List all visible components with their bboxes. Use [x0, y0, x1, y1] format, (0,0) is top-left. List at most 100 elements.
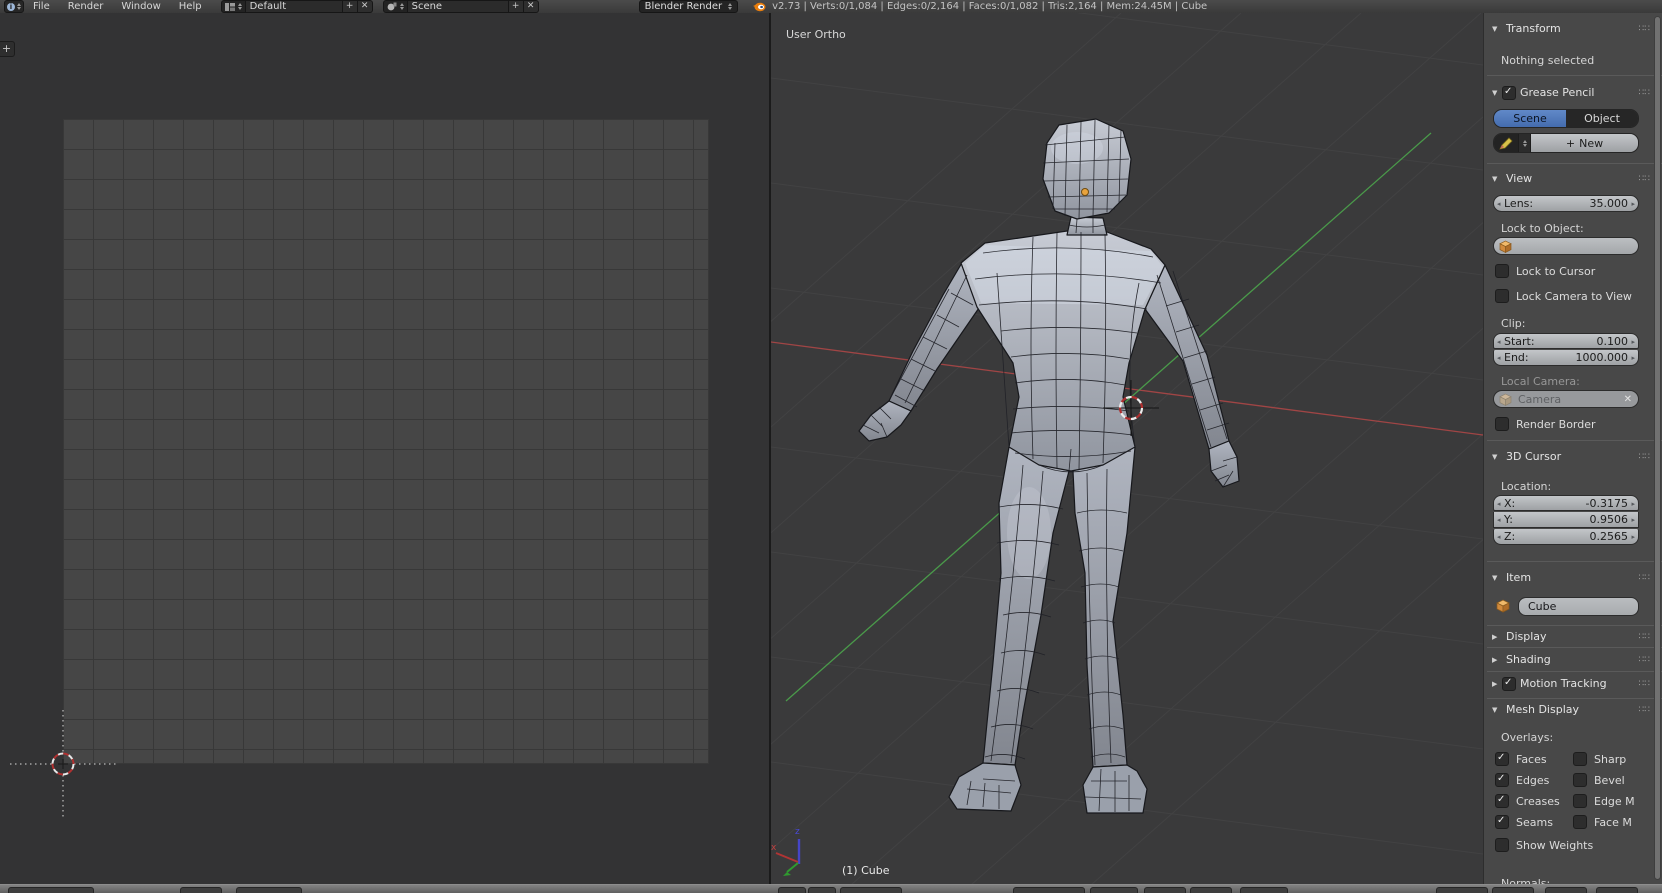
drag-grip-icon[interactable]: ∷∷ [1639, 705, 1650, 715]
increment-arrow-icon[interactable]: ▸ [1631, 200, 1635, 208]
increment-arrow-icon[interactable]: ▸ [1631, 516, 1635, 524]
gp-scene-button[interactable]: Scene [1494, 110, 1566, 127]
collapse-arrow-icon[interactable]: ▼ [1492, 706, 1502, 714]
lock-camera-row: Lock Camera to View [1495, 289, 1632, 303]
drag-grip-icon[interactable]: ∷∷ [1639, 632, 1650, 642]
edge-marks-checkbox[interactable] [1573, 794, 1587, 808]
decrement-arrow-icon[interactable]: ◂ [1497, 354, 1501, 362]
drag-grip-icon[interactable]: ∷∷ [1639, 24, 1650, 34]
lock-to-object-field[interactable] [1493, 237, 1639, 255]
scene-statistics: v2.73 | Verts:0/1,084 | Edges:0/2,164 | … [772, 1, 1207, 12]
info-header: i File Render Window Help Default + ✕ [0, 0, 1662, 14]
viewport-user-ortho[interactable]: z x User Ortho (1) Cube [771, 13, 1483, 884]
increment-arrow-icon[interactable]: ▸ [1631, 338, 1635, 346]
layout-spinner-icon[interactable] [238, 3, 242, 10]
show-weights-checkbox[interactable] [1495, 838, 1509, 852]
overlay-edge-marks-row: Edge M [1573, 794, 1635, 808]
panel-section-mesh-display[interactable]: ▼ Mesh Display ∷∷ [1484, 702, 1662, 717]
collapse-arrow-icon[interactable]: ▼ [1492, 453, 1502, 461]
normals-label: Normals: [1501, 877, 1662, 884]
scene-add-button[interactable]: + [509, 0, 524, 13]
drag-grip-icon[interactable]: ∷∷ [1639, 679, 1650, 689]
transform-empty-text: Nothing selected [1501, 54, 1662, 67]
expand-arrow-icon[interactable]: ▶ [1492, 656, 1502, 664]
layout-add-button[interactable]: + [343, 0, 358, 13]
cursor-z-slider[interactable]: ◂ Z: 0.2565 ▸ [1493, 529, 1639, 545]
lock-to-cursor-row: Lock to Cursor [1495, 264, 1595, 278]
editor-type-selector[interactable]: i [4, 0, 24, 13]
info-editor-icon: i [7, 3, 15, 11]
collapse-arrow-icon[interactable]: ▼ [1492, 175, 1502, 183]
scene-spinner-icon[interactable] [400, 3, 404, 10]
faces-checkbox[interactable] [1495, 752, 1509, 766]
drag-grip-icon[interactable]: ∷∷ [1639, 655, 1650, 665]
gp-browse-spinner-icon[interactable] [1518, 134, 1531, 152]
motion-tracking-checkbox[interactable] [1502, 677, 1516, 691]
drag-grip-icon[interactable]: ∷∷ [1639, 573, 1650, 583]
lock-camera-checkbox[interactable] [1495, 289, 1509, 303]
decrement-arrow-icon[interactable]: ◂ [1497, 200, 1501, 208]
expand-arrow-icon[interactable]: ▶ [1492, 680, 1502, 688]
local-camera-field[interactable]: Camera ✕ [1493, 390, 1639, 408]
drag-grip-icon[interactable]: ∷∷ [1639, 174, 1650, 184]
object-name-field[interactable]: Cube [1518, 597, 1639, 616]
object-origin-point [1082, 189, 1089, 196]
increment-arrow-icon[interactable]: ▸ [1631, 500, 1635, 508]
bevel-checkbox[interactable] [1573, 773, 1587, 787]
panel-section-grease-pencil[interactable]: ▼ Grease Pencil ∷∷ [1484, 85, 1662, 100]
panel-section-display[interactable]: ▶ Display ∷∷ [1484, 629, 1662, 644]
layout-name-field[interactable]: Default [246, 0, 343, 13]
lens-slider[interactable]: ◂ Lens: 35.000 ▸ [1493, 195, 1639, 212]
gp-object-button[interactable]: Object [1566, 110, 1638, 127]
panel-section-3d-cursor[interactable]: ▼ 3D Cursor ∷∷ [1484, 449, 1662, 464]
menu-window[interactable]: Window [112, 1, 169, 12]
layout-delete-button[interactable]: ✕ [358, 0, 373, 13]
menu-file[interactable]: File [24, 1, 59, 12]
expand-arrow-icon[interactable]: ▶ [1492, 633, 1502, 641]
menu-render[interactable]: Render [59, 1, 113, 12]
clip-start-slider[interactable]: ◂ Start: 0.100 ▸ [1493, 333, 1639, 349]
active-object-label: (1) Cube [842, 864, 889, 877]
panel-scrollbar[interactable] [1654, 16, 1661, 880]
drag-grip-icon[interactable]: ∷∷ [1639, 88, 1650, 98]
lock-to-cursor-checkbox[interactable] [1495, 264, 1509, 278]
collapse-arrow-icon[interactable]: ▼ [1492, 89, 1502, 97]
overlay-seams-row: Seams [1495, 815, 1553, 829]
scene-delete-button[interactable]: ✕ [524, 0, 539, 13]
scene-selector: Scene + ✕ [383, 1, 539, 12]
panel-section-item[interactable]: ▼ Item ∷∷ [1484, 570, 1662, 585]
decrement-arrow-icon[interactable]: ◂ [1497, 338, 1501, 346]
cursor-y-slider[interactable]: ◂ Y: 0.9506 ▸ [1493, 512, 1639, 528]
viewport-header-bottom[interactable] [0, 884, 1662, 893]
collapse-arrow-icon[interactable]: ▼ [1492, 574, 1502, 582]
increment-arrow-icon[interactable]: ▸ [1631, 354, 1635, 362]
decrement-arrow-icon[interactable]: ◂ [1497, 500, 1501, 508]
panel-section-shading[interactable]: ▶ Shading ∷∷ [1484, 652, 1662, 667]
decrement-arrow-icon[interactable]: ◂ [1497, 516, 1501, 524]
decrement-arrow-icon[interactable]: ◂ [1497, 533, 1501, 541]
gp-new-button[interactable]: + New [1531, 134, 1638, 152]
panel-section-transform[interactable]: ▼ Transform ∷∷ [1484, 21, 1662, 36]
sharp-checkbox[interactable] [1573, 752, 1587, 766]
drag-grip-icon[interactable]: ∷∷ [1639, 452, 1650, 462]
render-border-checkbox[interactable] [1495, 417, 1509, 431]
cursor-x-slider[interactable]: ◂ X: -0.3175 ▸ [1493, 495, 1639, 511]
increment-arrow-icon[interactable]: ▸ [1631, 533, 1635, 541]
editor-spinner-icon[interactable] [17, 3, 21, 10]
edges-checkbox[interactable] [1495, 773, 1509, 787]
seams-checkbox[interactable] [1495, 815, 1509, 829]
creases-checkbox[interactable] [1495, 794, 1509, 808]
gp-data-row: + New [1493, 133, 1639, 153]
face-marks-checkbox[interactable] [1573, 815, 1587, 829]
clear-camera-icon[interactable]: ✕ [1624, 394, 1632, 405]
panel-section-view[interactable]: ▼ View ∷∷ [1484, 171, 1662, 186]
panel-section-motion-tracking[interactable]: ▶ Motion Tracking ∷∷ [1484, 676, 1662, 691]
clip-end-slider[interactable]: ◂ End: 1000.000 ▸ [1493, 350, 1639, 366]
render-engine-dropdown[interactable]: Blender Render [639, 0, 739, 13]
scene-name-field[interactable]: Scene [408, 0, 509, 13]
menu-help[interactable]: Help [170, 1, 211, 12]
collapse-arrow-icon[interactable]: ▼ [1492, 25, 1502, 33]
pencil-icon[interactable] [1494, 134, 1518, 152]
viewport-front-ortho[interactable]: + [0, 13, 769, 884]
grease-pencil-checkbox[interactable] [1502, 86, 1516, 100]
